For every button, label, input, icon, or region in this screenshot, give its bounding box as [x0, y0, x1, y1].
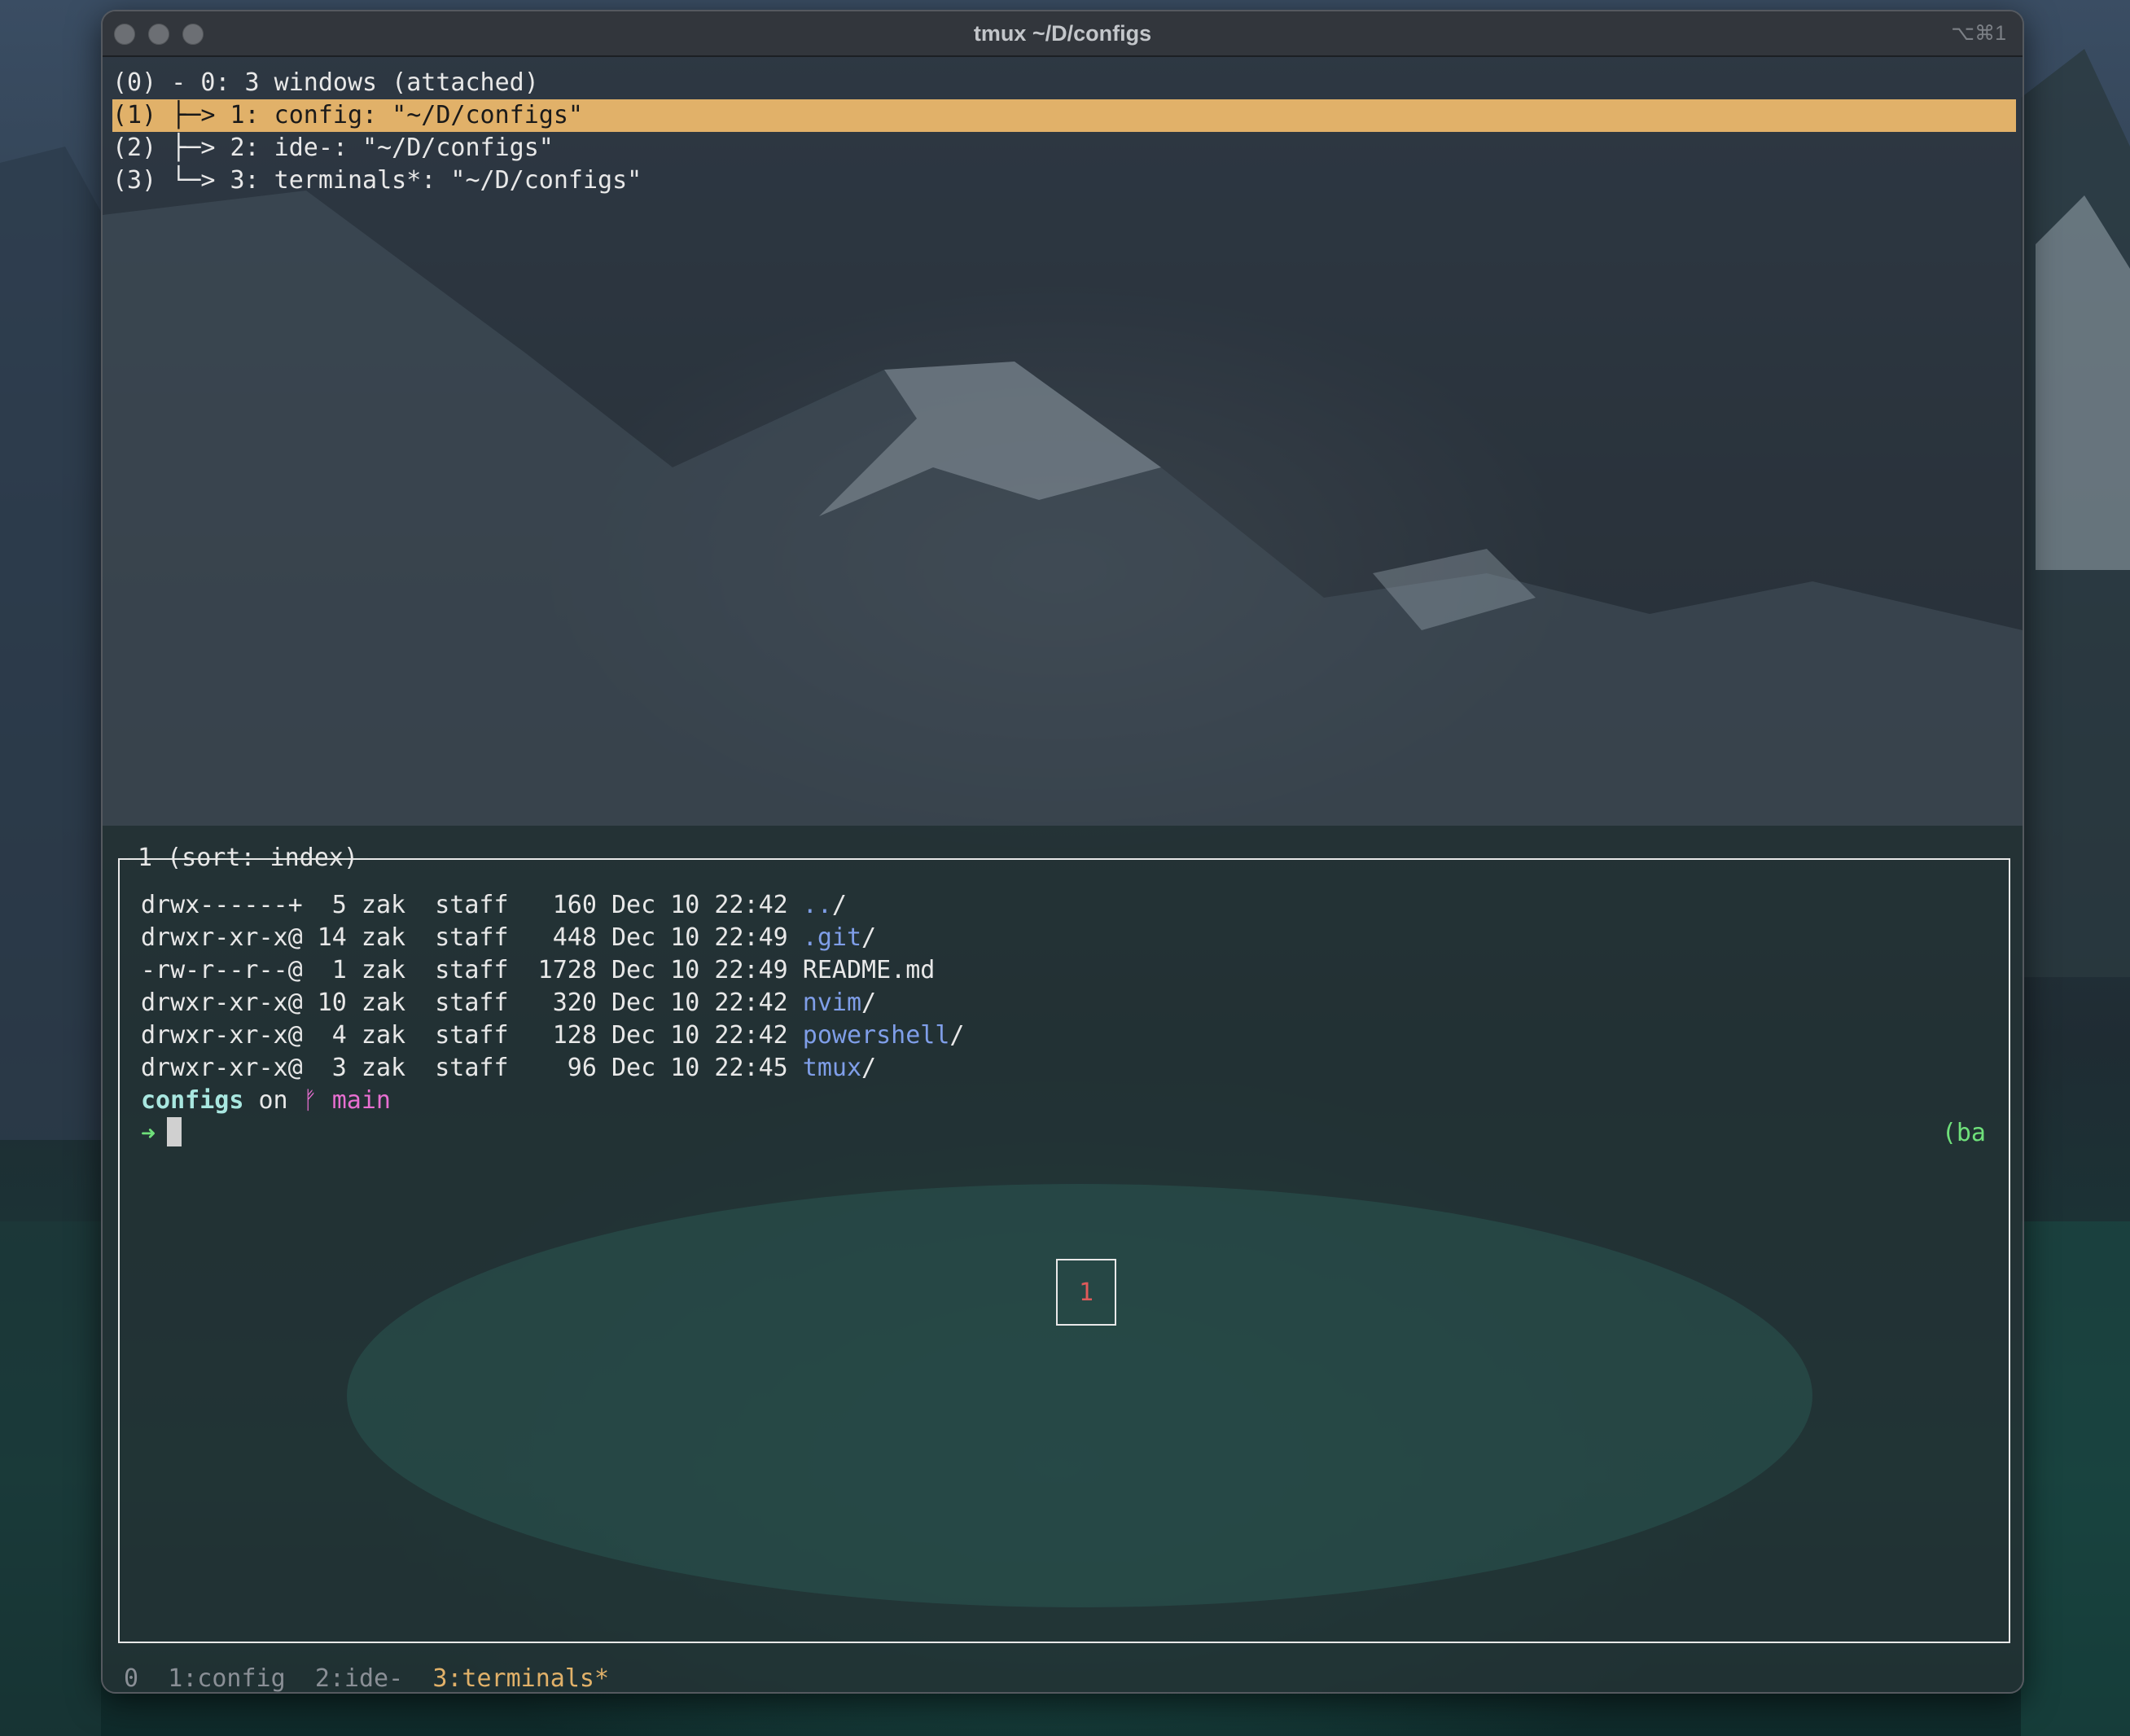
file-metadata: drwxr-xr-x@ 14 zak staff 448 Dec 10 22:4…: [141, 923, 803, 952]
file-name: powershell: [802, 1021, 950, 1050]
file-name: README.md: [802, 956, 936, 984]
preview-title: 1 (sort: index): [128, 842, 368, 875]
status-session-name: 0: [124, 1664, 139, 1693]
file-metadata: drwxr-xr-x@ 3 zak staff 96 Dec 10 22:45: [141, 1054, 803, 1082]
file-name: nvim: [802, 989, 862, 1017]
git-branch-icon: ᚠ: [302, 1086, 318, 1115]
pane-number: 1: [1078, 1278, 1094, 1307]
session-tree-item[interactable]: (2) ├─> 2: ide-: "~/D/configs": [112, 132, 2016, 164]
file-metadata: -rw-r--r--@ 1 zak staff 1728 Dec 10 22:4…: [141, 956, 803, 984]
window-controls: [114, 24, 204, 45]
close-button[interactable]: [114, 24, 135, 45]
right-prompt-fragment: (ba: [1941, 1119, 1986, 1147]
pane-number-indicator: 1: [1056, 1259, 1116, 1326]
file-suffix: /: [861, 923, 877, 952]
window-preview-pane: 1 (sort: index) drwx------+ 5 zak staff …: [118, 844, 2010, 1643]
prompt-arrow-icon: ➜: [141, 1120, 156, 1148]
prompt-line: configs on ᚠ main: [141, 1085, 964, 1117]
status-window-tab[interactable]: 3:terminals*: [432, 1664, 609, 1692]
file-metadata: drwx------+ 5 zak staff 160 Dec 10 22:42: [141, 891, 803, 919]
file-suffix: /: [861, 989, 877, 1017]
window-shortcut: ⌥⌘1: [1951, 22, 2006, 45]
file-suffix: /: [831, 891, 847, 919]
title-bar: tmux ~/D/configs ⌥⌘1: [103, 11, 2023, 57]
file-suffix: /: [861, 1054, 877, 1082]
listing-row: drwxr-xr-x@ 3 zak staff 96 Dec 10 22:45 …: [141, 1052, 964, 1085]
session-tree-item[interactable]: (3) └─> 3: terminals*: "~/D/configs": [112, 164, 2016, 197]
prompt-directory: configs: [141, 1086, 244, 1115]
listing-row: drwx------+ 5 zak staff 160 Dec 10 22:42…: [141, 889, 964, 922]
file-metadata: drwxr-xr-x@ 10 zak staff 320 Dec 10 22:4…: [141, 989, 803, 1017]
listing-row: -rw-r--r--@ 1 zak staff 1728 Dec 10 22:4…: [141, 954, 964, 987]
git-branch-name: main: [317, 1086, 391, 1115]
status-window-tab[interactable]: 2:ide-: [315, 1664, 403, 1692]
session-tree: (0) - 0: 3 windows (attached) (1) ├─> 1: …: [112, 67, 2016, 197]
file-metadata: drwxr-xr-x@ 4 zak staff 128 Dec 10 22:42: [141, 1021, 803, 1050]
session-tree-item[interactable]: (0) - 0: 3 windows (attached): [112, 67, 2016, 99]
directory-listing: drwx------+ 5 zak staff 160 Dec 10 22:42…: [141, 889, 964, 1150]
zoom-button[interactable]: [182, 24, 204, 45]
listing-row: drwxr-xr-x@ 14 zak staff 448 Dec 10 22:4…: [141, 922, 964, 954]
window-title: tmux ~/D/configs: [973, 20, 1152, 46]
file-name: .git: [802, 923, 862, 952]
input-line[interactable]: ➜: [141, 1117, 964, 1150]
file-suffix: /: [949, 1021, 965, 1050]
listing-row: drwxr-xr-x@ 4 zak staff 128 Dec 10 22:42…: [141, 1019, 964, 1052]
file-name: ..: [802, 891, 832, 919]
tmux-status-bar: 0 1:config 2:ide- 3:terminals*: [124, 1663, 609, 1693]
prompt-on-text: on: [243, 1086, 303, 1115]
file-name: tmux: [802, 1054, 862, 1082]
terminal-window: tmux ~/D/configs ⌥⌘1 (0) - 0: 3 windows …: [101, 10, 2024, 1694]
status-window-tab[interactable]: 1:config: [168, 1664, 286, 1692]
listing-row: drwxr-xr-x@ 10 zak staff 320 Dec 10 22:4…: [141, 987, 964, 1019]
session-tree-item[interactable]: (1) ├─> 1: config: "~/D/configs": [112, 99, 2016, 132]
minimize-button[interactable]: [148, 24, 169, 45]
text-cursor: [167, 1117, 182, 1146]
